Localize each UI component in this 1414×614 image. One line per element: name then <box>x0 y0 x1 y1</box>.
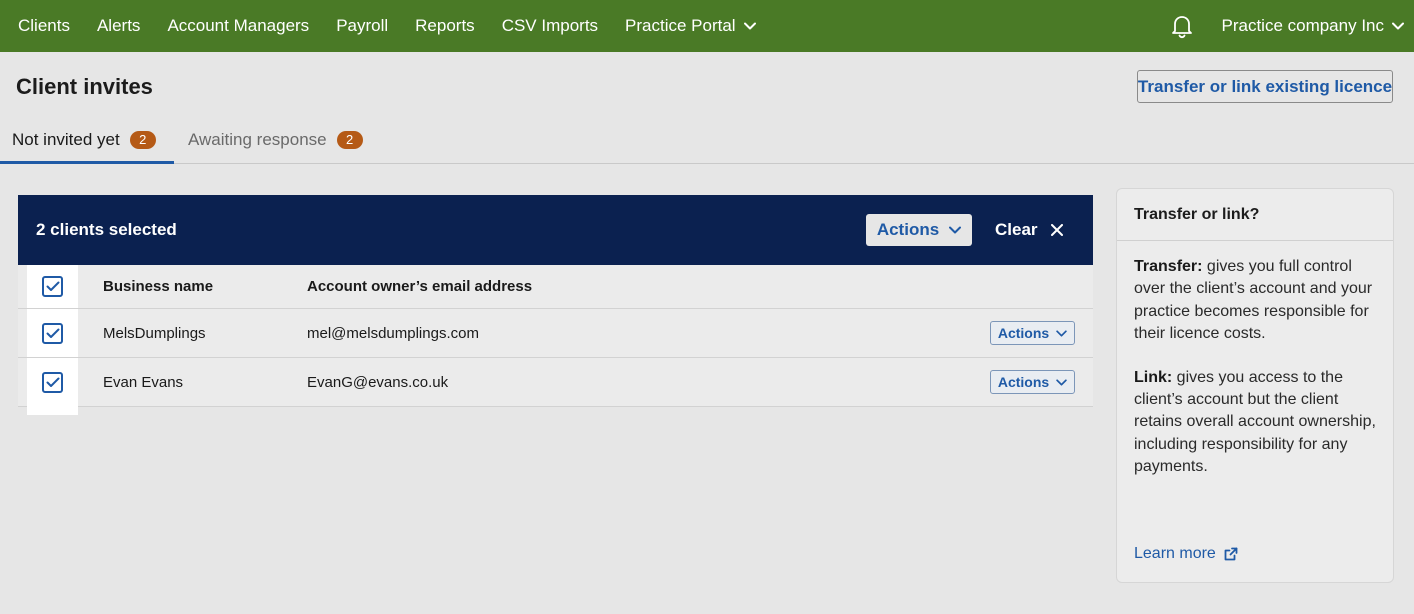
chevron-down-icon <box>1056 378 1067 386</box>
transfer-or-link-info-card: Transfer or link? Transfer: gives you fu… <box>1116 188 1394 583</box>
nav-reports[interactable]: Reports <box>415 16 475 36</box>
transfer-or-link-button[interactable]: Transfer or link existing licence <box>1137 70 1393 103</box>
nav-csv-imports[interactable]: CSV Imports <box>502 16 598 36</box>
chevron-down-icon <box>1056 329 1067 337</box>
nav-clients-label: Clients <box>18 16 70 35</box>
company-menu[interactable]: Practice company Inc <box>1221 16 1404 36</box>
row-actions-label: Actions <box>997 325 1050 341</box>
nav-payroll[interactable]: Payroll <box>336 16 388 36</box>
business-name: MelsDumplings <box>103 324 206 342</box>
chevron-down-icon <box>949 226 962 234</box>
bulk-actions-button[interactable]: Actions <box>866 214 972 246</box>
checkbox-cell <box>27 309 78 357</box>
transfer-term: Transfer: <box>1134 258 1203 275</box>
info-card-body: Transfer: gives you full control over th… <box>1117 241 1393 479</box>
nav-reports-label: Reports <box>415 16 475 35</box>
learn-more-link[interactable]: Learn more <box>1134 545 1238 563</box>
external-link-icon <box>1224 547 1238 561</box>
bell-icon[interactable] <box>1169 13 1195 39</box>
count-badge: 2 <box>129 131 156 149</box>
table-row: MelsDumplings mel@melsdumplings.com Acti… <box>18 309 1093 358</box>
nav-links: Clients Alerts Account Managers Payroll … <box>0 0 783 52</box>
tab-awaiting-response[interactable]: Awaiting response 2 <box>188 124 363 164</box>
nav-right: Practice company Inc <box>1169 0 1404 52</box>
checkbox-column-highlight <box>27 406 78 415</box>
tab-label: Not invited yet <box>12 130 120 149</box>
chevron-down-icon <box>1392 22 1404 30</box>
nav-csv-imports-label: CSV Imports <box>501 16 599 35</box>
transfer-explanation: Transfer: gives you full control over th… <box>1134 256 1376 346</box>
tab-not-invited-yet[interactable]: Not invited yet 2 <box>0 124 174 164</box>
check-icon <box>46 377 59 387</box>
link-term: Link: <box>1134 368 1173 386</box>
row-actions-button[interactable]: Actions <box>990 370 1075 394</box>
table-header-row: Business name Account owner’s email addr… <box>18 265 1093 309</box>
nav-payroll-label: Payroll <box>336 16 389 35</box>
tabs: Not invited yet 2 Awaiting response 2 <box>0 124 1414 164</box>
top-navigation: Clients Alerts Account Managers Payroll … <box>0 0 1414 52</box>
close-icon <box>1050 224 1063 236</box>
clients-table: Business name Account owner’s email addr… <box>18 265 1093 407</box>
nav-practice-portal[interactable]: Practice Portal <box>625 16 756 36</box>
row-checkbox[interactable] <box>42 322 63 344</box>
row-actions-label: Actions <box>997 374 1050 390</box>
column-header-business-name: Business name <box>103 278 214 295</box>
bulk-actions-label: Actions <box>876 220 940 239</box>
nav-account-managers-label: Account Managers <box>167 16 310 35</box>
clear-selection-button[interactable]: Clear <box>995 214 1063 246</box>
row-actions-button[interactable]: Actions <box>990 321 1075 345</box>
nav-alerts[interactable]: Alerts <box>97 16 140 36</box>
clear-label: Clear <box>995 220 1038 239</box>
count-badge: 2 <box>336 131 363 149</box>
check-icon <box>46 328 59 338</box>
nav-clients[interactable]: Clients <box>18 16 70 36</box>
selection-count: 2 clients selected <box>36 220 177 239</box>
nav-account-managers[interactable]: Account Managers <box>167 16 309 36</box>
page-title: Client invites <box>16 74 153 99</box>
company-name: Practice company Inc <box>1221 16 1384 35</box>
info-card-title: Transfer or link? <box>1117 189 1393 241</box>
link-explanation: Link: gives you access to the client’s a… <box>1134 367 1376 479</box>
checkbox-cell <box>27 358 78 406</box>
learn-more-label: Learn more <box>1134 545 1216 562</box>
owner-email: EvanG@evans.co.uk <box>307 373 449 391</box>
column-header-email: Account owner’s email address <box>307 278 533 295</box>
business-name: Evan Evans <box>103 373 184 391</box>
chevron-down-icon <box>743 22 756 30</box>
owner-email: mel@melsdumplings.com <box>307 324 479 342</box>
checkbox-cell <box>27 265 78 308</box>
tab-label: Awaiting response <box>188 130 327 149</box>
check-icon <box>46 281 59 291</box>
nav-practice-portal-label: Practice Portal <box>625 16 736 35</box>
select-all-checkbox[interactable] <box>42 276 63 297</box>
nav-alerts-label: Alerts <box>96 16 141 35</box>
selection-bar: 2 clients selected Actions Clear <box>18 195 1093 265</box>
row-checkbox[interactable] <box>42 371 63 393</box>
table-row: Evan Evans EvanG@evans.co.uk Actions <box>18 358 1093 407</box>
